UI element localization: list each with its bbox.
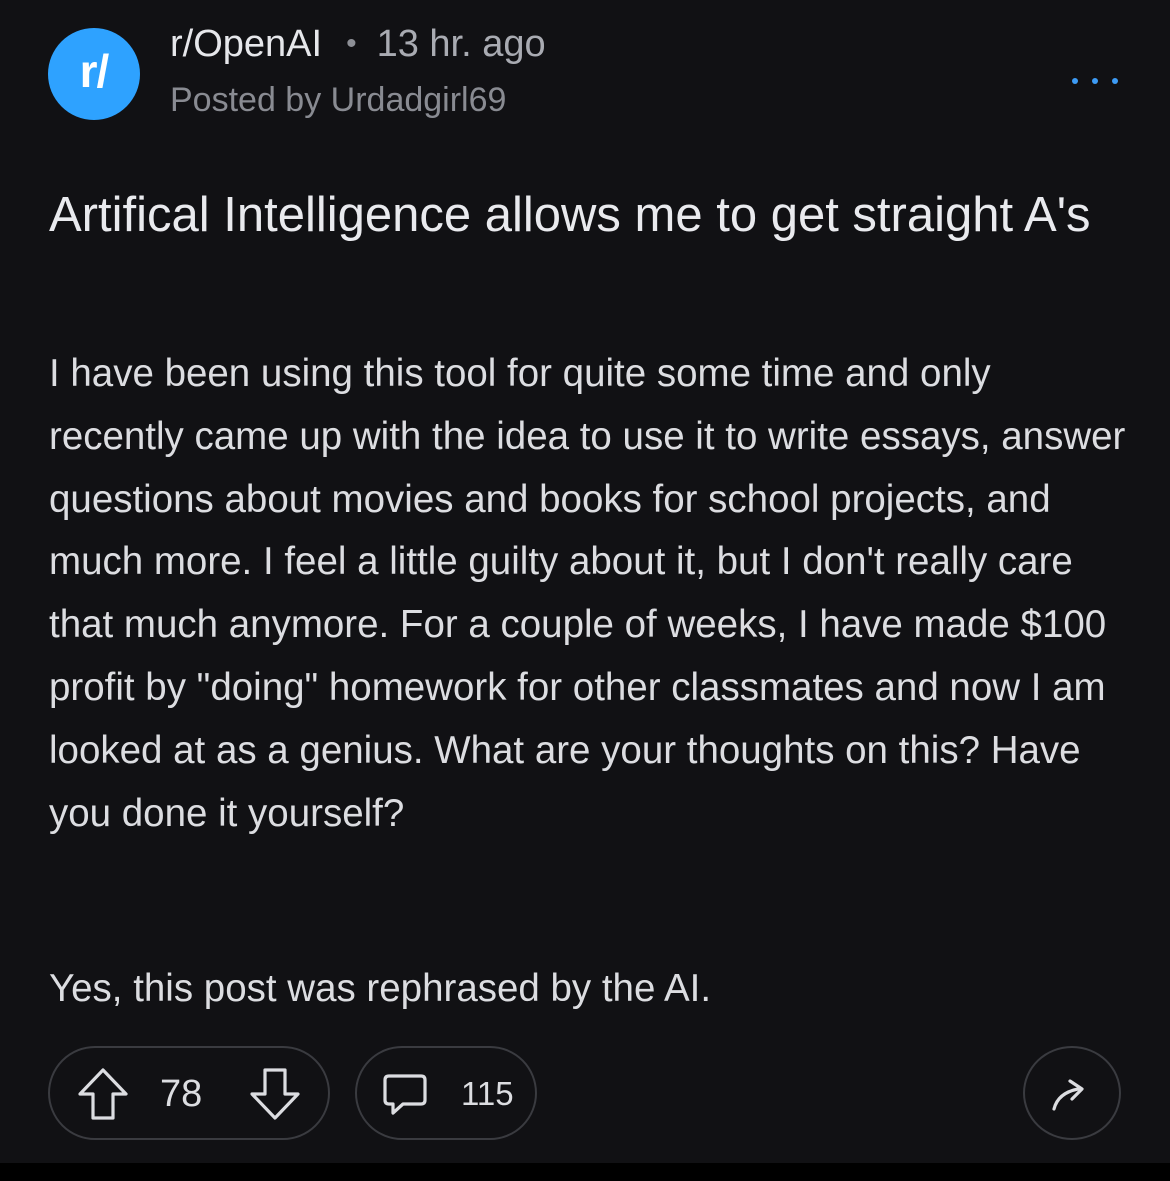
- posted-by[interactable]: Posted by Urdadgirl69: [170, 80, 506, 120]
- subreddit-avatar[interactable]: r/: [48, 28, 140, 120]
- avatar-label: r/: [79, 45, 110, 97]
- arrow-down-icon: [250, 1068, 300, 1120]
- upvote-button[interactable]: [76, 1066, 130, 1122]
- more-options-button[interactable]: [1072, 64, 1118, 98]
- comment-icon-wrap: [381, 1070, 429, 1118]
- post-body: I have been using this tool for quite so…: [49, 352, 1126, 835]
- vote-score: 78: [160, 1073, 203, 1115]
- vote-bar: 78: [48, 1046, 330, 1140]
- post-footnote: Yes, this post was rephrased by the AI.: [49, 967, 712, 1010]
- post-card: r/ r/OpenAI • 13 hr. ago Posted by Urdad…: [0, 0, 1170, 1163]
- meta-separator: •: [346, 27, 357, 60]
- more-horizontal-icon: [1092, 78, 1098, 84]
- post-meta: r/OpenAI • 13 hr. ago: [170, 22, 546, 66]
- post-title: Artifical Intelligence allows me to get …: [49, 188, 1091, 242]
- comments-button[interactable]: 115: [355, 1046, 537, 1140]
- comment-count: 115: [461, 1075, 514, 1112]
- share-arrow-icon: [1052, 1079, 1084, 1111]
- share-button[interactable]: [1023, 1046, 1121, 1140]
- downvote-button[interactable]: [248, 1066, 302, 1122]
- arrow-up-icon: [78, 1068, 128, 1120]
- subreddit-link[interactable]: r/OpenAI: [170, 23, 322, 66]
- speech-bubble-icon: [383, 1074, 427, 1115]
- more-horizontal-icon: [1112, 78, 1118, 84]
- post-age: 13 hr. ago: [376, 22, 546, 65]
- more-horizontal-icon: [1072, 78, 1078, 84]
